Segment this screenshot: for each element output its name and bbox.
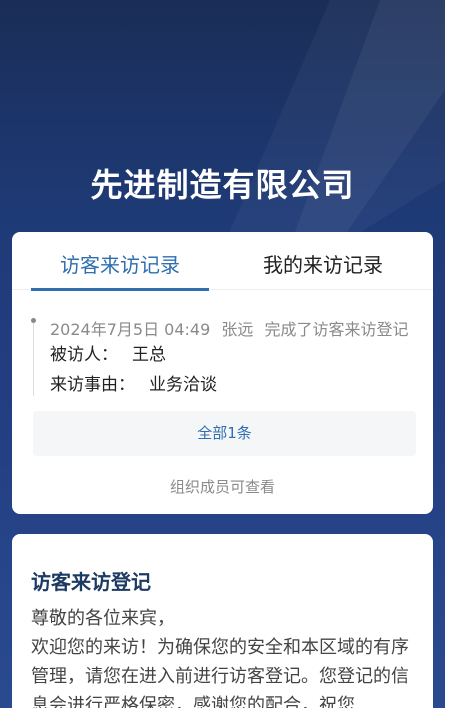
view-all-button[interactable]: 全部1条 (33, 411, 416, 456)
log-entry-meta: 2024年7月5日 04:49 张远 完成了访客来访登记 (50, 316, 415, 340)
visitor-registration-card: 访客来访登记 尊敬的各位来宾， 欢迎您的来访！为确保您的安全和本区域的有序管理，… (12, 534, 433, 708)
visit-records-card: 访客来访记录 我的来访记录 2024年7月5日 04:49 张远 完成了访客来访… (12, 232, 433, 514)
notice-body: 欢迎您的来访！为确保您的安全和本区域的有序管理，请您在进入前进行访客登记。您登记… (31, 637, 409, 708)
visitee-value: 王总 (132, 345, 166, 365)
right-edge-strip (445, 0, 452, 708)
log-action: 完成了访客来访登记 (264, 320, 409, 339)
tab-visitor-records[interactable]: 访客来访记录 (31, 232, 209, 290)
timeline-line (33, 318, 34, 396)
log-actor: 张远 (221, 320, 254, 339)
active-tab-indicator (31, 288, 209, 291)
log-datetime: 2024年7月5日 04:49 (50, 320, 211, 339)
notice-greeting: 尊敬的各位来宾， (31, 608, 175, 629)
log-visitee-row: 被访人： 王总 (50, 340, 166, 365)
visitee-label: 被访人： (50, 345, 118, 365)
reason-value: 业务洽谈 (149, 375, 217, 395)
records-tabs: 访客来访记录 我的来访记录 (12, 232, 433, 291)
tab-my-records[interactable]: 我的来访记录 (234, 232, 412, 290)
registration-notice: 尊敬的各位来宾， 欢迎您的来访！为确保您的安全和本区域的有序管理，请您在进入前进… (31, 604, 421, 708)
company-name: 先进制造有限公司 (90, 166, 355, 204)
page-background: 先进制造有限公司 访客来访记录 我的来访记录 2024年7月5日 04:49 张… (0, 0, 445, 708)
org-visibility-note: 组织成员可查看 (169, 478, 275, 496)
reason-label: 来访事由： (50, 375, 135, 395)
log-reason-row: 来访事由： 业务洽谈 (50, 370, 217, 395)
timeline-dot (31, 318, 36, 323)
registration-title: 访客来访登记 (31, 570, 151, 594)
